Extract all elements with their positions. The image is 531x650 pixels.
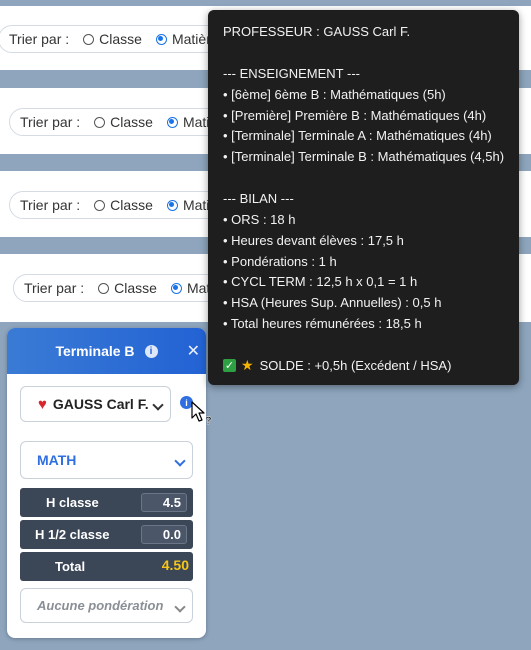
svg-text:?: ? bbox=[205, 415, 212, 427]
h-half-classe-label: H 1/2 classe bbox=[35, 527, 110, 542]
tooltip-line: • [Première] Première B : Mathématiques … bbox=[223, 108, 487, 123]
tooltip-line: • Heures devant élèves : 17,5 h bbox=[223, 233, 404, 248]
tooltip-line: • Total heures rémunérées : 18,5 h bbox=[223, 316, 422, 331]
total-row: Total 4.50 bbox=[20, 552, 193, 581]
h-half-classe-input[interactable]: 0.0 bbox=[141, 525, 187, 544]
subject-select[interactable]: MATH bbox=[20, 441, 193, 479]
h-half-classe-row: H 1/2 classe 0.0 bbox=[20, 520, 193, 549]
card-title: Terminale B bbox=[55, 343, 135, 359]
class-card: Terminale B i ✕ ♥ GAUSS Carl F. MATH H c… bbox=[7, 328, 206, 638]
ponderation-select[interactable]: Aucune pondération bbox=[20, 588, 193, 623]
tooltip-line: • [6ème] 6ème B : Mathématiques (5h) bbox=[223, 87, 446, 102]
star-icon: ★ bbox=[241, 357, 254, 373]
sort-label: Trier par : bbox=[20, 197, 81, 213]
sort-by-classe-radio[interactable]: Classe bbox=[83, 31, 142, 47]
tooltip-section-enseignement: --- ENSEIGNEMENT --- bbox=[223, 66, 360, 81]
sort-label: Trier par : bbox=[9, 31, 70, 47]
h-classe-input[interactable]: 4.5 bbox=[141, 493, 187, 512]
chevron-down-icon bbox=[174, 600, 186, 613]
sort-by-classe-radio[interactable]: Classe bbox=[94, 197, 153, 213]
chevron-down-icon bbox=[152, 399, 164, 411]
h-classe-row: H classe 4.5 bbox=[20, 488, 193, 517]
teacher-select[interactable]: ♥ GAUSS Carl F. bbox=[20, 386, 171, 422]
tooltip-line: • [Terminale] Terminale A : Mathématique… bbox=[223, 128, 492, 143]
subject-value: MATH bbox=[37, 452, 77, 468]
tooltip-line: • ORS : 18 h bbox=[223, 212, 296, 227]
sort-label: Trier par : bbox=[24, 280, 85, 296]
h-classe-label: H classe bbox=[46, 495, 99, 510]
chevron-down-icon bbox=[174, 455, 186, 467]
teacher-tooltip: PROFESSEUR : GAUSS Carl F. --- ENSEIGNEM… bbox=[208, 10, 519, 385]
sort-bar: Trier par : Classe Matière bbox=[9, 191, 240, 219]
tooltip-solde: ✓ ★ SOLDE : +0,5h (Excédent / HSA) bbox=[223, 357, 451, 374]
tooltip-section-bilan: --- BILAN --- bbox=[223, 191, 294, 206]
sort-label: Trier par : bbox=[20, 114, 81, 130]
ponderation-value: Aucune pondération bbox=[37, 598, 164, 613]
sort-bar: Trier par : Classe Matière bbox=[9, 108, 240, 136]
sort-bar: Trier par : Classe Matière bbox=[0, 25, 240, 53]
card-header: Terminale B i ✕ bbox=[7, 328, 206, 374]
total-value: 4.50 bbox=[161, 557, 189, 573]
tooltip-line: • Pondérations : 1 h bbox=[223, 254, 337, 269]
total-label: Total bbox=[55, 559, 86, 574]
teacher-name: GAUSS Carl F. bbox=[52, 396, 149, 412]
tooltip-title: PROFESSEUR : GAUSS Carl F. bbox=[223, 24, 411, 39]
close-icon[interactable]: ✕ bbox=[187, 341, 200, 361]
sort-by-classe-radio[interactable]: Classe bbox=[94, 114, 153, 130]
tooltip-line: • CYCL TERM : 12,5 h x 0,1 = 1 h bbox=[223, 274, 418, 289]
solde-text: SOLDE : +0,5h (Excédent / HSA) bbox=[259, 358, 452, 373]
help-cursor-icon: ? bbox=[191, 401, 212, 427]
info-icon[interactable]: i bbox=[144, 344, 158, 358]
tooltip-line: • HSA (Heures Sup. Annuelles) : 0,5 h bbox=[223, 295, 442, 310]
tooltip-line: • [Terminale] Terminale B : Mathématique… bbox=[223, 149, 505, 164]
sort-by-classe-radio[interactable]: Classe bbox=[98, 280, 157, 296]
heart-icon: ♥ bbox=[38, 395, 47, 413]
sort-bar: Trier par : Classe Matière bbox=[13, 274, 240, 302]
check-icon: ✓ bbox=[223, 359, 236, 372]
